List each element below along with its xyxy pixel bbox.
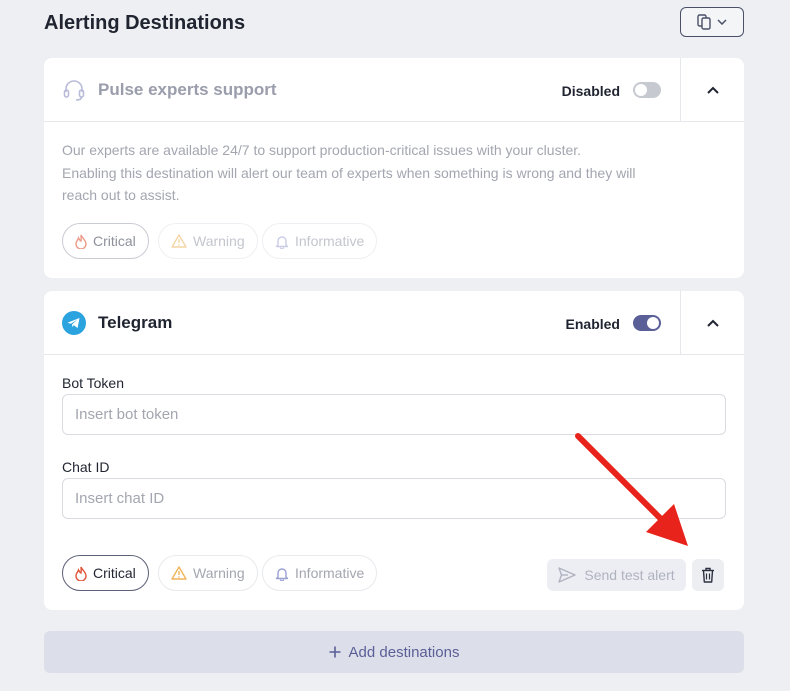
telegram-card: Telegram Enabled Bot Token Chat ID Criti…	[44, 291, 744, 610]
chevron-down-icon	[717, 19, 727, 25]
telegram-informative-label: Informative	[295, 565, 365, 581]
copy-icon	[697, 14, 711, 30]
chevron-up-icon	[706, 319, 719, 327]
send-test-alert-label: Send test alert	[584, 567, 675, 583]
telegram-card-header: Telegram Enabled	[44, 291, 744, 355]
pulse-enable-toggle[interactable]	[633, 82, 661, 98]
send-test-alert-button[interactable]: Send test alert	[547, 559, 686, 591]
chevron-up-icon	[706, 86, 719, 94]
pulse-description-line: reach out to assist.	[62, 187, 180, 203]
pulse-informative-chip[interactable]: Informative	[262, 223, 378, 259]
pulse-card-header: Pulse experts support Disabled	[44, 58, 744, 122]
bell-icon	[275, 235, 289, 249]
delete-destination-button[interactable]	[692, 559, 724, 591]
send-icon	[558, 567, 577, 583]
page-title: Alerting Destinations	[44, 12, 246, 34]
pulse-warning-label: Warning	[193, 233, 245, 249]
telegram-warning-label: Warning	[193, 565, 245, 581]
add-destinations-button[interactable]: Add destinations	[44, 631, 744, 673]
pulse-status-label: Disabled	[561, 83, 620, 99]
bot-token-label: Bot Token	[62, 375, 125, 391]
telegram-informative-chip[interactable]: Informative	[262, 555, 378, 591]
pulse-experts-card: Pulse experts support Disabled Our exper…	[44, 58, 744, 278]
pulse-informative-label: Informative	[295, 233, 365, 249]
pulse-warning-chip[interactable]: Warning	[158, 223, 258, 259]
warning-icon	[171, 234, 187, 248]
warning-icon	[171, 566, 187, 580]
pulse-card-title: Pulse experts support	[98, 80, 277, 99]
chat-id-label: Chat ID	[62, 459, 110, 475]
telegram-collapse-button[interactable]	[680, 291, 744, 355]
pulse-description: Our experts are available 24/7 to suppor…	[62, 139, 682, 207]
trash-icon	[702, 567, 714, 583]
add-destinations-label: Add destinations	[348, 643, 460, 661]
headset-icon	[63, 80, 85, 101]
telegram-critical-label: Critical	[93, 565, 136, 581]
telegram-icon	[62, 311, 86, 335]
destinations-menu-button[interactable]	[680, 7, 744, 37]
bell-icon	[275, 567, 289, 581]
telegram-warning-chip[interactable]: Warning	[158, 555, 258, 591]
bot-token-input[interactable]	[62, 394, 726, 435]
telegram-enable-toggle[interactable]	[633, 315, 661, 331]
telegram-card-title: Telegram	[98, 313, 173, 332]
plus-icon	[329, 646, 341, 658]
pulse-description-line: Enabling this destination will alert our…	[62, 164, 636, 181]
pulse-critical-chip[interactable]: Critical	[62, 223, 149, 259]
pulse-description-line: Our experts are available 24/7 to suppor…	[62, 142, 582, 158]
pulse-critical-label: Critical	[93, 233, 136, 249]
telegram-status-label: Enabled	[565, 316, 620, 332]
flame-icon	[75, 234, 87, 249]
pulse-collapse-button[interactable]	[680, 58, 744, 122]
telegram-critical-chip[interactable]: Critical	[62, 555, 149, 591]
flame-icon	[75, 566, 87, 581]
chat-id-input[interactable]	[62, 478, 726, 519]
